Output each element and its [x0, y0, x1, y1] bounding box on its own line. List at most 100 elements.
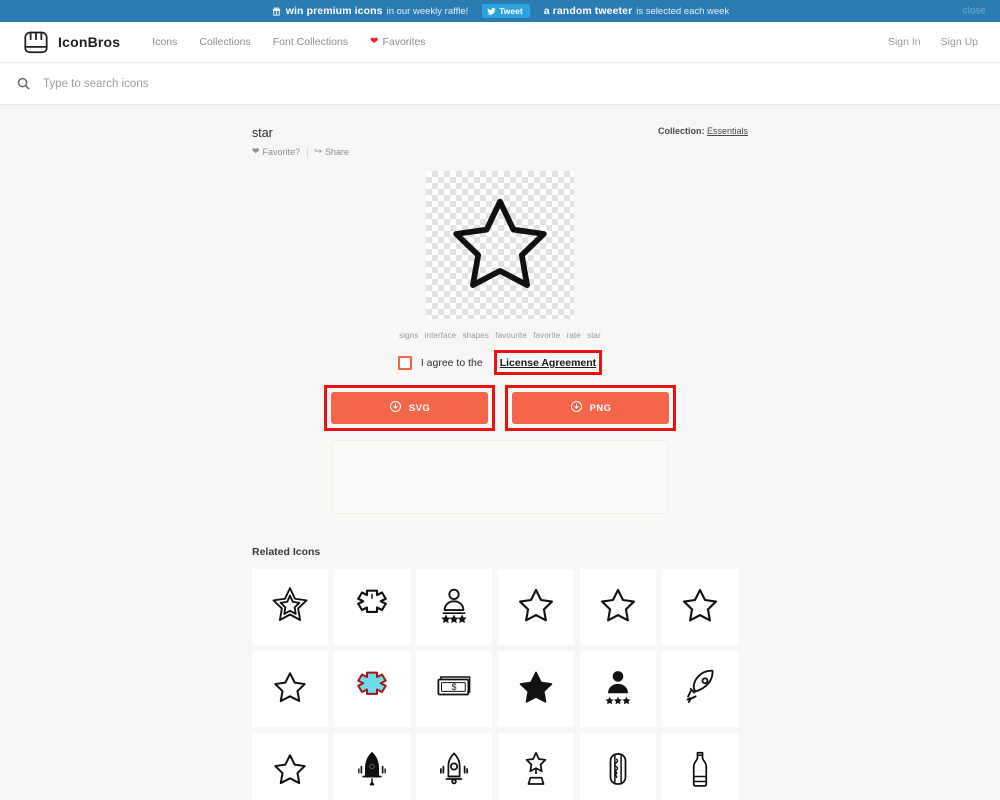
site-header: IconBros Icons Collections Font Collecti… — [0, 22, 1000, 63]
main-navigation: Icons Collections Font Collections ❤ Fav… — [152, 36, 425, 48]
icon-meta-actions: ❤ Favorite? | ↪ Share — [252, 146, 349, 157]
sign-in-link[interactable]: Sign In — [888, 36, 921, 48]
rocket-filled-icon — [352, 749, 392, 794]
tag-item[interactable]: signs — [399, 331, 418, 340]
hotdog-icon — [598, 749, 638, 794]
header-auth-links: Sign In Sign Up — [888, 36, 978, 48]
fist-logo-icon — [22, 30, 50, 54]
related-icons-grid: $ — [252, 569, 748, 800]
search-input[interactable] — [43, 77, 463, 90]
related-icon-cell[interactable] — [498, 569, 574, 645]
svg-download-highlight: SVG — [324, 385, 495, 431]
sign-up-link[interactable]: Sign Up — [941, 36, 978, 48]
star-outline-icon — [449, 192, 551, 299]
nav-item-font-collections-label: Font Collections — [272, 36, 349, 48]
tweet-button[interactable]: Tweet — [482, 4, 530, 18]
nav-item-icons[interactable]: Icons — [152, 36, 177, 48]
tag-item[interactable]: rate — [567, 331, 581, 340]
nav-item-font-collections[interactable]: Font Collections — [273, 36, 348, 48]
promo-banner: win premium icons in our weekly raffle! … — [0, 0, 1000, 22]
nav-item-collections[interactable]: Collections — [199, 36, 250, 48]
related-icon-cell[interactable] — [252, 651, 328, 727]
related-icon-cell[interactable] — [662, 733, 738, 800]
nav-item-collections-label: Collections — [199, 36, 251, 48]
money-bills-icon: $ — [434, 667, 474, 712]
icon-tags: signs interface shapes favourite favorit… — [252, 331, 748, 340]
related-icon-cell[interactable] — [334, 569, 410, 645]
related-icon-cell[interactable] — [416, 569, 492, 645]
ad-placeholder — [332, 440, 668, 514]
star-outline-icon — [680, 585, 720, 630]
download-png-label: PNG — [589, 402, 612, 414]
related-icon-cell[interactable] — [580, 569, 656, 645]
tag-item[interactable]: interface — [425, 331, 457, 340]
license-agreement-row: I agree to the License Agreement — [252, 350, 748, 375]
related-icons-section: Related Icons $ — [252, 546, 748, 800]
related-icon-cell[interactable] — [252, 733, 328, 800]
tag-item[interactable]: favorite — [533, 331, 560, 340]
promo-headline-strong: win premium icons — [285, 5, 383, 17]
asterisk-colored-icon — [352, 667, 392, 712]
star-outline-icon — [270, 667, 310, 712]
share-arrow-icon: ↪ — [314, 146, 322, 156]
rocket-launch-icon — [434, 749, 474, 794]
search-bar — [0, 63, 1000, 105]
person-rating-outline-icon — [434, 585, 474, 630]
license-agreement-link[interactable]: License Agreement — [500, 357, 596, 369]
download-circle-icon — [570, 400, 583, 416]
favorite-button[interactable]: ❤ Favorite? — [252, 146, 300, 157]
tag-item[interactable]: shapes — [463, 331, 489, 340]
download-circle-icon — [389, 400, 402, 416]
star-outline-icon — [516, 585, 556, 630]
collection-link[interactable]: Essentials — [707, 126, 748, 136]
download-png-button[interactable]: PNG — [512, 392, 669, 424]
collection-prefix: Collection: — [657, 126, 705, 136]
favorite-label: Favorite? — [262, 146, 301, 157]
promo-close-button[interactable]: close — [963, 6, 986, 17]
download-svg-button[interactable]: SVG — [331, 392, 488, 424]
brand-logo-link[interactable]: IconBros — [22, 30, 120, 54]
star-filled-icon — [516, 667, 556, 712]
related-icon-cell[interactable] — [252, 569, 328, 645]
asterisk-outline-icon — [352, 585, 392, 630]
star-outline-icon — [598, 585, 638, 630]
related-icon-cell[interactable] — [334, 651, 410, 727]
download-svg-label: SVG — [408, 402, 431, 414]
related-icon-cell[interactable] — [662, 569, 738, 645]
search-icon — [16, 76, 31, 91]
svg-text:$: $ — [452, 682, 457, 692]
icon-preview-canvas — [426, 171, 574, 319]
png-download-highlight: PNG — [505, 385, 676, 431]
icon-preview-wrapper — [252, 171, 748, 319]
promo-second-strong: a random tweeter — [543, 5, 633, 17]
promo-secondary-message: a random tweeter is selected each week — [544, 5, 730, 17]
rocket-outline-icon — [680, 667, 720, 712]
license-agreement-text: I agree to the — [420, 356, 483, 369]
related-icon-cell[interactable] — [498, 733, 574, 800]
nav-item-favorites[interactable]: ❤ Favorites — [370, 36, 426, 48]
promo-headline-light: in our weekly raffle! — [386, 5, 469, 17]
star-trophy-icon — [516, 749, 556, 794]
related-icon-cell[interactable] — [416, 733, 492, 800]
heart-icon: ❤ — [252, 146, 260, 156]
related-icon-cell[interactable] — [580, 651, 656, 727]
brand-name: IconBros — [58, 34, 121, 50]
share-button[interactable]: ↪ Share — [314, 146, 349, 157]
related-icon-cell[interactable] — [580, 733, 656, 800]
tag-item[interactable]: favourite — [495, 331, 527, 340]
promo-second-light: is selected each week — [636, 5, 730, 17]
related-icon-cell[interactable] — [498, 651, 574, 727]
bottle-icon — [680, 749, 720, 794]
related-icon-cell[interactable] — [334, 733, 410, 800]
related-icon-cell[interactable] — [662, 651, 738, 727]
nav-item-favorites-label: Favorites — [382, 36, 426, 48]
heart-icon: ❤ — [370, 36, 379, 47]
license-agreement-checkbox[interactable] — [397, 355, 412, 370]
gift-icon — [271, 6, 282, 17]
twitter-bird-icon — [487, 7, 496, 15]
share-label: Share — [324, 146, 349, 157]
double-star-icon — [270, 585, 310, 630]
tag-item[interactable]: star — [587, 331, 601, 340]
tweet-button-label: Tweet — [499, 6, 523, 16]
related-icon-cell[interactable]: $ — [416, 651, 492, 727]
